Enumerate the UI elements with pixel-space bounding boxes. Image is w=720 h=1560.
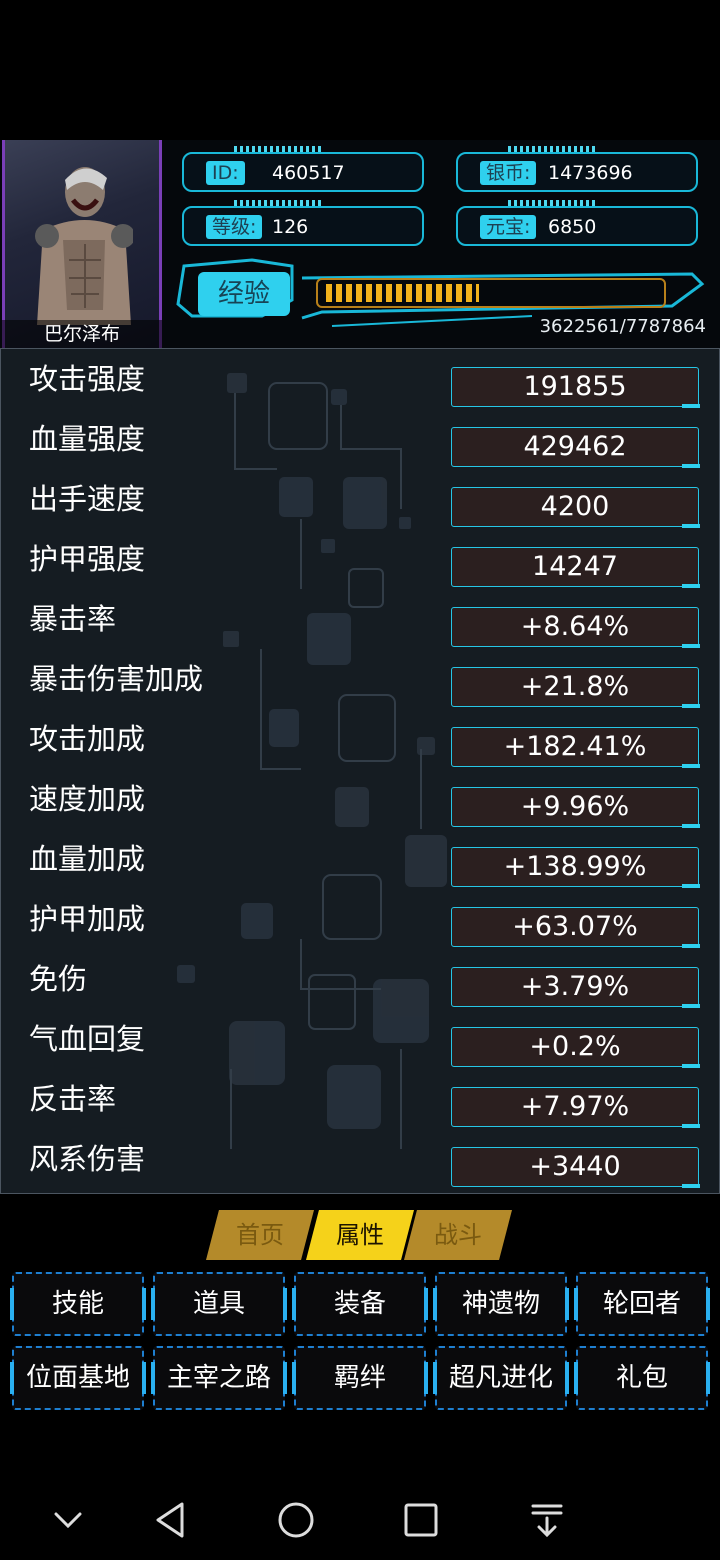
- stat-row: 免伤 +3.79%: [1, 949, 719, 1009]
- tab-attributes[interactable]: 属性: [306, 1210, 414, 1260]
- stat-label: 血量加成: [29, 842, 146, 876]
- exp-bar-fill: [326, 284, 479, 302]
- id-tag: ID:: [206, 161, 245, 185]
- silver-value: 1473696: [548, 162, 633, 184]
- stat-value: 191855: [451, 367, 700, 408]
- stat-value: +9.96%: [451, 787, 700, 828]
- decor-bars: [234, 146, 324, 152]
- stat-row: 护甲强度 14247: [1, 529, 719, 589]
- id-box: ID: 460517: [182, 146, 424, 192]
- stat-label: 风系伤害: [29, 1142, 146, 1176]
- stat-label: 护甲强度: [29, 542, 146, 576]
- stat-label: 速度加成: [29, 782, 146, 816]
- chevron-down-icon[interactable]: [44, 1496, 92, 1544]
- menu-relics-button[interactable]: 神遗物: [433, 1272, 569, 1336]
- stat-value: 429462: [451, 427, 700, 468]
- stat-row: 气血回复 +0.2%: [1, 1009, 719, 1069]
- stat-label: 攻击加成: [29, 722, 146, 756]
- tab-battle[interactable]: 战斗: [404, 1210, 512, 1260]
- stat-label: 暴击率: [29, 602, 117, 636]
- menu-reincarnator-button[interactable]: 轮回者: [574, 1272, 710, 1336]
- stat-label: 免伤: [29, 962, 88, 996]
- menu-gift-pack-button[interactable]: 礼包: [574, 1346, 710, 1410]
- character-portrait-icon: [35, 167, 133, 325]
- stat-label: 护甲加成: [29, 902, 146, 936]
- stat-row: 护甲加成 +63.07%: [1, 889, 719, 949]
- stat-row: 暴击率 +8.64%: [1, 589, 719, 649]
- player-name: 巴尔泽布: [2, 320, 162, 348]
- stat-value: +0.2%: [451, 1027, 700, 1068]
- stat-row: 血量加成 +138.99%: [1, 829, 719, 889]
- ingot-box: 元宝: 6850: [456, 200, 698, 246]
- stat-label: 攻击强度: [29, 362, 146, 396]
- stat-label: 血量强度: [29, 422, 146, 456]
- menu-items-button[interactable]: 道具: [151, 1272, 287, 1336]
- decor-bars: [234, 200, 324, 206]
- menu-dominator-road-button[interactable]: 主宰之路: [151, 1346, 287, 1410]
- stat-value: +3440: [451, 1147, 700, 1188]
- stat-label: 暴击伤害加成: [29, 662, 204, 696]
- menu-skills-button[interactable]: 技能: [10, 1272, 146, 1336]
- recents-square-icon[interactable]: [397, 1496, 445, 1544]
- menu-base-button[interactable]: 位面基地: [10, 1346, 146, 1410]
- stat-value: +63.07%: [451, 907, 700, 948]
- ingot-tag: 元宝:: [480, 215, 537, 239]
- silver-tag: 银币:: [480, 161, 537, 185]
- menu-evolution-button[interactable]: 超凡进化: [433, 1346, 569, 1410]
- back-triangle-icon[interactable]: [148, 1496, 196, 1544]
- player-avatar[interactable]: [2, 140, 162, 348]
- stat-label: 反击率: [29, 1082, 117, 1116]
- stat-value: +7.97%: [451, 1087, 700, 1128]
- silver-box: 银币: 1473696: [456, 146, 698, 192]
- decor-bars: [508, 146, 598, 152]
- stat-value: +182.41%: [451, 727, 700, 768]
- stat-value: +3.79%: [451, 967, 700, 1008]
- stat-value: +138.99%: [451, 847, 700, 888]
- decor-bars: [508, 200, 598, 206]
- stat-row: 暴击伤害加成 +21.8%: [1, 649, 719, 709]
- stat-value: 4200: [451, 487, 700, 528]
- stat-row: 攻击强度 191855: [1, 349, 719, 409]
- download-icon[interactable]: [523, 1496, 571, 1544]
- menu-equipment-button[interactable]: 装备: [292, 1272, 428, 1336]
- id-value: 460517: [272, 162, 345, 184]
- exp-value: 3622561/7787864: [539, 316, 706, 337]
- ingot-value: 6850: [548, 216, 597, 238]
- stat-value: 14247: [451, 547, 700, 588]
- stat-row: 速度加成 +9.96%: [1, 769, 719, 829]
- stat-row: 风系伤害 +3440: [1, 1129, 719, 1189]
- exp-label: 经验: [198, 272, 290, 316]
- level-tag: 等级:: [206, 215, 263, 239]
- stat-label: 出手速度: [29, 482, 146, 516]
- stats-panel[interactable]: 攻击强度 191855 血量强度 429462 出手速度 4200 护甲强度 14247 暴击率…: [0, 348, 720, 1194]
- menu-bonds-button[interactable]: 羁绊: [292, 1346, 428, 1410]
- stat-row: 反击率 +7.97%: [1, 1069, 719, 1129]
- stat-value: +8.64%: [451, 607, 700, 648]
- stat-row: 血量强度 429462: [1, 409, 719, 469]
- home-circle-icon[interactable]: [272, 1496, 320, 1544]
- level-value: 126: [272, 216, 309, 238]
- stat-label: 气血回复: [29, 1022, 146, 1056]
- stat-row: 攻击加成 +182.41%: [1, 709, 719, 769]
- stat-row: 出手速度 4200: [1, 469, 719, 529]
- stat-value: +21.8%: [451, 667, 700, 708]
- tab-home[interactable]: 首页: [206, 1210, 314, 1260]
- level-box: 等级: 126: [182, 200, 424, 246]
